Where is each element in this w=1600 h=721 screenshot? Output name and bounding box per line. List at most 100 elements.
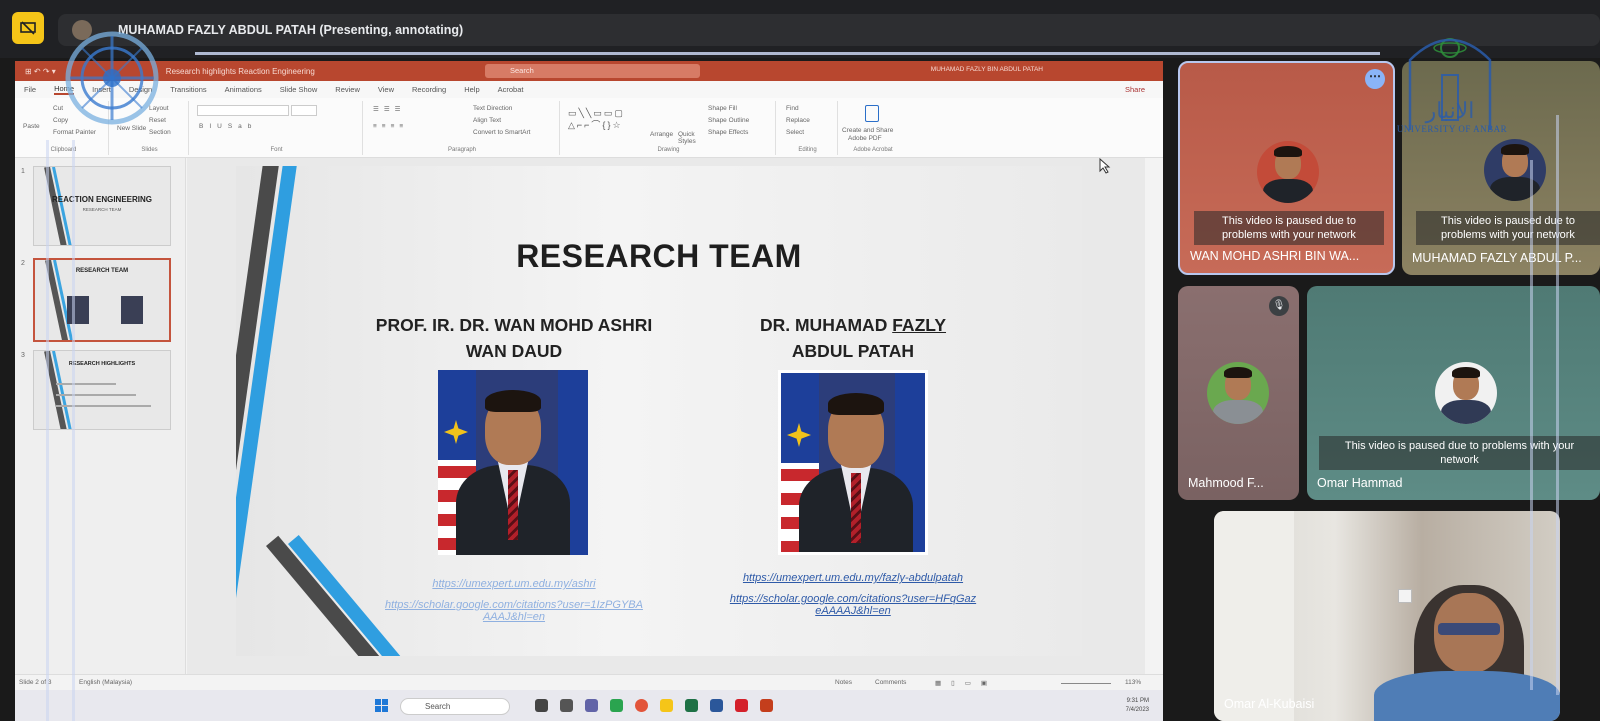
app-icon[interactable] bbox=[560, 699, 573, 712]
shape-effects-button[interactable]: Shape Effects bbox=[708, 129, 748, 136]
adobe-pdf-icon[interactable] bbox=[865, 105, 879, 122]
language-indicator[interactable]: English (Malaysia) bbox=[79, 679, 132, 686]
network-paused-message: This video is paused due to problems wit… bbox=[1416, 211, 1600, 245]
avatar-hair bbox=[1501, 144, 1529, 155]
person2-scholar-link[interactable]: https://scholar.google.com/citations?use… bbox=[693, 593, 1013, 617]
word-icon[interactable] bbox=[710, 699, 723, 712]
thumbnail-title: RESEARCH TEAM bbox=[75, 268, 129, 274]
text-direction-button[interactable]: Text Direction bbox=[473, 105, 512, 112]
list-buttons[interactable]: ☰☰☰ bbox=[373, 105, 405, 113]
tab-slideshow[interactable]: Slide Show bbox=[280, 85, 318, 94]
participant-name: WAN MOHD ASHRI BIN WA... bbox=[1190, 249, 1360, 263]
person1-scholar-link-line1: https://scholar.google.com/citations?use… bbox=[385, 599, 643, 611]
clipboard-label: Clipboard bbox=[50, 147, 77, 153]
tab-review[interactable]: Review bbox=[335, 85, 360, 94]
paste-button[interactable]: Paste bbox=[23, 123, 40, 130]
windows-start-icon[interactable] bbox=[375, 699, 388, 712]
shape-outline-button[interactable]: Shape Outline bbox=[708, 117, 749, 124]
teams-icon[interactable] bbox=[585, 699, 598, 712]
ppt-title-bar: ⊞ ↶ ↷ ▾ Research highlights Reaction Eng… bbox=[15, 61, 1163, 81]
zoom-slider[interactable] bbox=[1061, 683, 1111, 684]
thumbnail-number: 1 bbox=[21, 168, 25, 175]
font-size-box[interactable] bbox=[291, 105, 317, 116]
annotation-line bbox=[1530, 160, 1533, 690]
create-share-pdf-button[interactable]: Create and Share bbox=[842, 127, 893, 134]
thumbnail-number: 3 bbox=[21, 352, 25, 359]
stop-presenting-button[interactable] bbox=[12, 12, 44, 44]
replace-button[interactable]: Replace bbox=[786, 117, 810, 124]
powerpoint-window: ⊞ ↶ ↷ ▾ Research highlights Reaction Eng… bbox=[15, 61, 1163, 721]
participant-tile-1[interactable]: ⋯ This video is paused due to problems w… bbox=[1178, 61, 1395, 275]
select-button[interactable]: Select bbox=[786, 129, 804, 136]
align-text-button[interactable]: Align Text bbox=[473, 117, 501, 124]
screen-share-off-icon bbox=[20, 21, 36, 35]
thumbnail-text-line bbox=[56, 405, 151, 407]
slide-thumbnail-1[interactable]: REACTION ENGINEERING RESEARCH TEAM bbox=[33, 166, 171, 246]
font-name-box[interactable] bbox=[197, 105, 289, 116]
person2-profile-link[interactable]: https://umexpert.um.edu.my/fazly-abdulpa… bbox=[693, 572, 1013, 584]
mouse-cursor-icon bbox=[1099, 158, 1111, 174]
drawing-label: Drawing bbox=[657, 147, 680, 153]
notes-button[interactable]: Notes bbox=[835, 679, 852, 686]
file-explorer-icon[interactable] bbox=[660, 699, 673, 712]
annotation-line bbox=[1556, 115, 1559, 695]
thumbnail-number: 2 bbox=[21, 260, 25, 267]
participant-tile-5[interactable]: Omar Al-Kubaisi bbox=[1214, 511, 1560, 721]
powerpoint-icon[interactable] bbox=[760, 699, 773, 712]
whatsapp-icon[interactable] bbox=[610, 699, 623, 712]
university-logo-text: UNIVERSITY OF ANBAR bbox=[1396, 124, 1508, 134]
editing-label: Editing bbox=[798, 147, 817, 153]
font-style-buttons[interactable]: BIUSab bbox=[199, 123, 257, 130]
create-share-pdf-button-line2[interactable]: Adobe PDF bbox=[848, 135, 882, 142]
participant-tile-3[interactable]: 🎙 Mahmood F... bbox=[1178, 286, 1299, 500]
current-slide[interactable]: RESEARCH TEAM PROF. IR. DR. WAN MOHD ASH… bbox=[236, 166, 1082, 656]
person1-profile-link[interactable]: https://umexpert.um.edu.my/ashri bbox=[354, 578, 674, 590]
tab-recording[interactable]: Recording bbox=[412, 85, 446, 94]
find-button[interactable]: Find bbox=[786, 105, 799, 112]
slide-thumbnail-3[interactable]: RESEARCH HIGHLIGHTS bbox=[33, 350, 171, 430]
tab-animations[interactable]: Animations bbox=[225, 85, 262, 94]
meet-top-bar: MUHAMAD FAZLY ABDUL PATAH (Presenting, a… bbox=[0, 0, 1600, 58]
tab-file[interactable]: File bbox=[24, 85, 36, 94]
excel-icon[interactable] bbox=[685, 699, 698, 712]
tab-view[interactable]: View bbox=[378, 85, 394, 94]
acrobat-label: Adobe Acrobat bbox=[853, 147, 893, 153]
person1-name-line2: WAN DAUD bbox=[465, 341, 563, 361]
acrobat-icon[interactable] bbox=[735, 699, 748, 712]
view-buttons[interactable]: ▦▯▭▣ bbox=[935, 679, 997, 687]
more-options-icon[interactable]: ⋯ bbox=[1365, 69, 1385, 89]
annotation-line bbox=[72, 140, 75, 721]
person2-photo bbox=[778, 370, 928, 555]
paragraph-label: Paragraph bbox=[447, 147, 477, 153]
organization-logo-left bbox=[65, 31, 159, 125]
convert-smartart-button[interactable]: Convert to SmartArt bbox=[473, 129, 530, 136]
svg-text:ﺍﻻﻧﺒﺎﺭ: ﺍﻻﻧﺒﺎﺭ bbox=[1425, 99, 1475, 124]
thumbnail-photo bbox=[121, 296, 143, 324]
slide-thumbnail-2[interactable]: RESEARCH TEAM bbox=[33, 258, 171, 342]
tab-acrobat[interactable]: Acrobat bbox=[498, 85, 524, 94]
shapes-gallery[interactable]: ▭╲╲▭▭▢ △⌐⌐⌒{}☆ bbox=[568, 107, 643, 143]
taskbar-clock[interactable]: 9:31 PM 7/4/2023 bbox=[1126, 697, 1149, 715]
clock-date: 7/4/2023 bbox=[1125, 707, 1149, 713]
section-button[interactable]: Section bbox=[149, 129, 171, 136]
shape-fill-button[interactable]: Shape Fill bbox=[708, 105, 737, 112]
comments-button[interactable]: Comments bbox=[875, 679, 906, 686]
tab-help[interactable]: Help bbox=[464, 85, 479, 94]
quick-styles-button[interactable]: Quick Styles bbox=[678, 131, 704, 145]
taskbar-search[interactable]: Search bbox=[400, 698, 510, 715]
person1-scholar-link[interactable]: https://scholar.google.com/citations?use… bbox=[354, 599, 674, 623]
zoom-level[interactable]: 113% bbox=[1125, 679, 1141, 686]
chrome-icon[interactable] bbox=[635, 699, 648, 712]
person2-name: DR. MUHAMAD FAZLY ABDUL PATAH bbox=[693, 312, 1013, 364]
presenting-banner[interactable]: MUHAMAD FAZLY ABDUL PATAH (Presenting, a… bbox=[58, 14, 1600, 46]
person2-name-line2: ABDUL PATAH bbox=[791, 341, 915, 361]
ppt-user-name: MUHAMAD FAZLY BIN ABDUL PATAH bbox=[930, 66, 1043, 73]
align-buttons[interactable]: ≡≡≡≡ bbox=[373, 123, 408, 130]
format-painter-button[interactable]: Format Painter bbox=[53, 129, 96, 136]
avatar-body bbox=[1263, 179, 1313, 203]
task-view-icon[interactable] bbox=[535, 699, 548, 712]
person2-name-line1a: DR. MUHAMAD bbox=[759, 315, 893, 335]
arrange-button[interactable]: Arrange bbox=[650, 131, 673, 138]
share-button[interactable]: Share bbox=[1125, 85, 1145, 94]
ppt-search-box[interactable]: Search bbox=[485, 64, 700, 78]
